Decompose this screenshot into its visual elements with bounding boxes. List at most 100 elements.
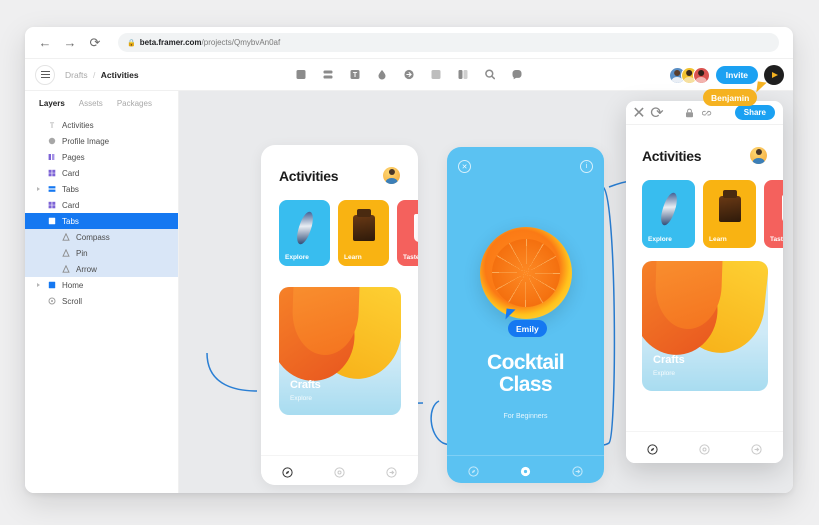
feature-card-subtitle: Explore [653, 370, 676, 377]
page-title: Activities [279, 167, 339, 184]
component-tool-icon[interactable] [430, 68, 443, 81]
comment-tool-icon[interactable] [511, 68, 524, 81]
activity-card-taste[interactable]: Taste [397, 200, 418, 266]
card-label: Explore [648, 236, 672, 243]
pin-icon[interactable] [699, 442, 710, 455]
cup-icon [781, 194, 783, 223]
card-label: Learn [709, 236, 727, 243]
preview-panel[interactable]: ✕ ⟳ Share Activities Explore Learn Taste… [626, 101, 783, 463]
breadcrumb: Drafts / Activities [65, 70, 139, 80]
play-icon[interactable] [764, 65, 784, 85]
layer-row-scroll[interactable]: Scroll [25, 293, 178, 309]
close-icon[interactable]: ✕ [632, 105, 645, 122]
collaborator-avatars [668, 66, 710, 84]
lock-icon[interactable] [684, 108, 694, 118]
browser-chrome: ← → ⟳ 🔒 beta.framer.com/projects/QmybvAn… [25, 27, 793, 59]
layer-row-profile-image[interactable]: Profile Image [25, 133, 178, 149]
feature-card-crafts[interactable]: Crafts Explore [279, 287, 401, 415]
frame-tool-icon[interactable] [295, 68, 308, 81]
layer-row-activities[interactable]: T Activities [25, 117, 178, 133]
arrow-icon[interactable] [572, 464, 583, 477]
arrow-icon[interactable] [386, 465, 397, 478]
layer-row-card-1[interactable]: Card [25, 165, 178, 181]
pen-tool-icon[interactable] [376, 68, 389, 81]
layer-label: Arrow [76, 264, 97, 274]
card-label: Explore [285, 254, 309, 261]
chevron-right-icon[interactable] [37, 283, 40, 287]
activity-card-explore[interactable]: Explore [279, 200, 330, 266]
share-button[interactable]: Share [734, 105, 775, 120]
layer-row-card-2[interactable]: Card [25, 197, 178, 213]
layer-row-compass[interactable]: Compass [25, 229, 178, 245]
card-label: Taste [403, 254, 418, 261]
breadcrumb-parent[interactable]: Drafts [65, 70, 88, 80]
activity-card-taste[interactable]: Taste [764, 180, 783, 248]
hamburger-menu-icon[interactable] [35, 64, 55, 85]
layer-row-pin[interactable]: Pin [25, 245, 178, 261]
kayak-icon [657, 190, 680, 227]
invite-button[interactable]: Invite [715, 66, 758, 84]
reload-icon[interactable]: ⟳ [85, 33, 105, 53]
pin-icon[interactable] [334, 465, 345, 478]
layer-row-tabs-selected[interactable]: Tabs [25, 213, 178, 229]
frame-layer-icon [47, 281, 56, 290]
link-icon[interactable] [702, 108, 712, 118]
url-bar[interactable]: 🔒 beta.framer.com/projects/QmybvAn0af [118, 33, 779, 52]
arrow-icon[interactable] [751, 442, 762, 455]
chevron-right-icon[interactable] [37, 187, 40, 191]
back-arrow-icon[interactable]: ← [35, 33, 55, 53]
orange-slice-image [479, 227, 572, 319]
bottom-nav [626, 431, 783, 463]
url-domain: beta.framer.com [139, 38, 202, 47]
bottom-nav [447, 455, 604, 483]
profile-avatar[interactable] [750, 147, 767, 164]
layer-row-home[interactable]: Home [25, 277, 178, 293]
feature-card-crafts[interactable]: Crafts Explore [642, 261, 768, 391]
activity-card-explore[interactable]: Explore [642, 180, 695, 248]
page-title: Activities [642, 147, 702, 164]
component-layer-icon [47, 169, 56, 178]
link-tool-icon[interactable] [403, 68, 416, 81]
info-circle-icon[interactable]: i [580, 160, 593, 173]
layer-row-pages[interactable]: Pages [25, 149, 178, 165]
tab-packages[interactable]: Packages [117, 99, 152, 108]
cup-icon [413, 213, 418, 242]
activity-card-learn[interactable]: Learn [703, 180, 756, 248]
image-layer-icon [47, 137, 56, 146]
toolbar: T [295, 68, 524, 81]
layer-row-arrow[interactable]: Arrow [25, 261, 178, 277]
grinder-icon [718, 189, 741, 222]
profile-avatar[interactable] [383, 167, 400, 184]
tab-assets[interactable]: Assets [79, 99, 103, 108]
page-tool-icon[interactable] [457, 68, 470, 81]
stack-layer-icon [47, 185, 56, 194]
breadcrumb-current: Activities [100, 69, 139, 80]
layer-list: T Activities Profile Image Pages Card Ta… [25, 115, 178, 309]
sidebar-tabs: Layers Assets Packages [25, 91, 178, 115]
benjamin-cursor-label: Benjamin [703, 89, 758, 106]
activity-card-learn[interactable]: Learn [338, 200, 389, 266]
forward-arrow-icon[interactable]: → [60, 33, 80, 53]
feature-card-subtitle: Explore [290, 395, 313, 402]
stack-tool-icon[interactable] [322, 68, 335, 81]
layer-label: Profile Image [62, 136, 110, 146]
breadcrumb-separator: / [93, 69, 96, 80]
close-circle-icon[interactable]: ✕ [458, 160, 471, 173]
pin-icon[interactable] [520, 464, 531, 477]
artboard-cocktail-class[interactable]: ✕ i Cocktail Class For Beginners [447, 147, 604, 483]
activity-card-row: Explore Learn Taste [261, 184, 418, 266]
compass-icon[interactable] [647, 442, 658, 455]
text-tool-icon[interactable]: T [349, 68, 362, 81]
compass-icon[interactable] [468, 464, 479, 477]
artboard-activities[interactable]: Activities Explore Learn Taste Crafts Ex… [261, 145, 418, 485]
zoom-tool-icon[interactable] [484, 68, 497, 81]
hero-subtitle: For Beginners [503, 413, 548, 420]
avatar[interactable] [692, 66, 710, 84]
kayak-icon [293, 209, 316, 246]
reload-icon[interactable]: ⟳ [650, 105, 663, 122]
tab-layers[interactable]: Layers [39, 99, 65, 108]
compass-icon[interactable] [282, 465, 293, 478]
app-topbar: Drafts / Activities T Invite [25, 59, 793, 91]
layer-row-tabs-1[interactable]: Tabs [25, 181, 178, 197]
feature-card-title: Crafts [290, 379, 321, 391]
